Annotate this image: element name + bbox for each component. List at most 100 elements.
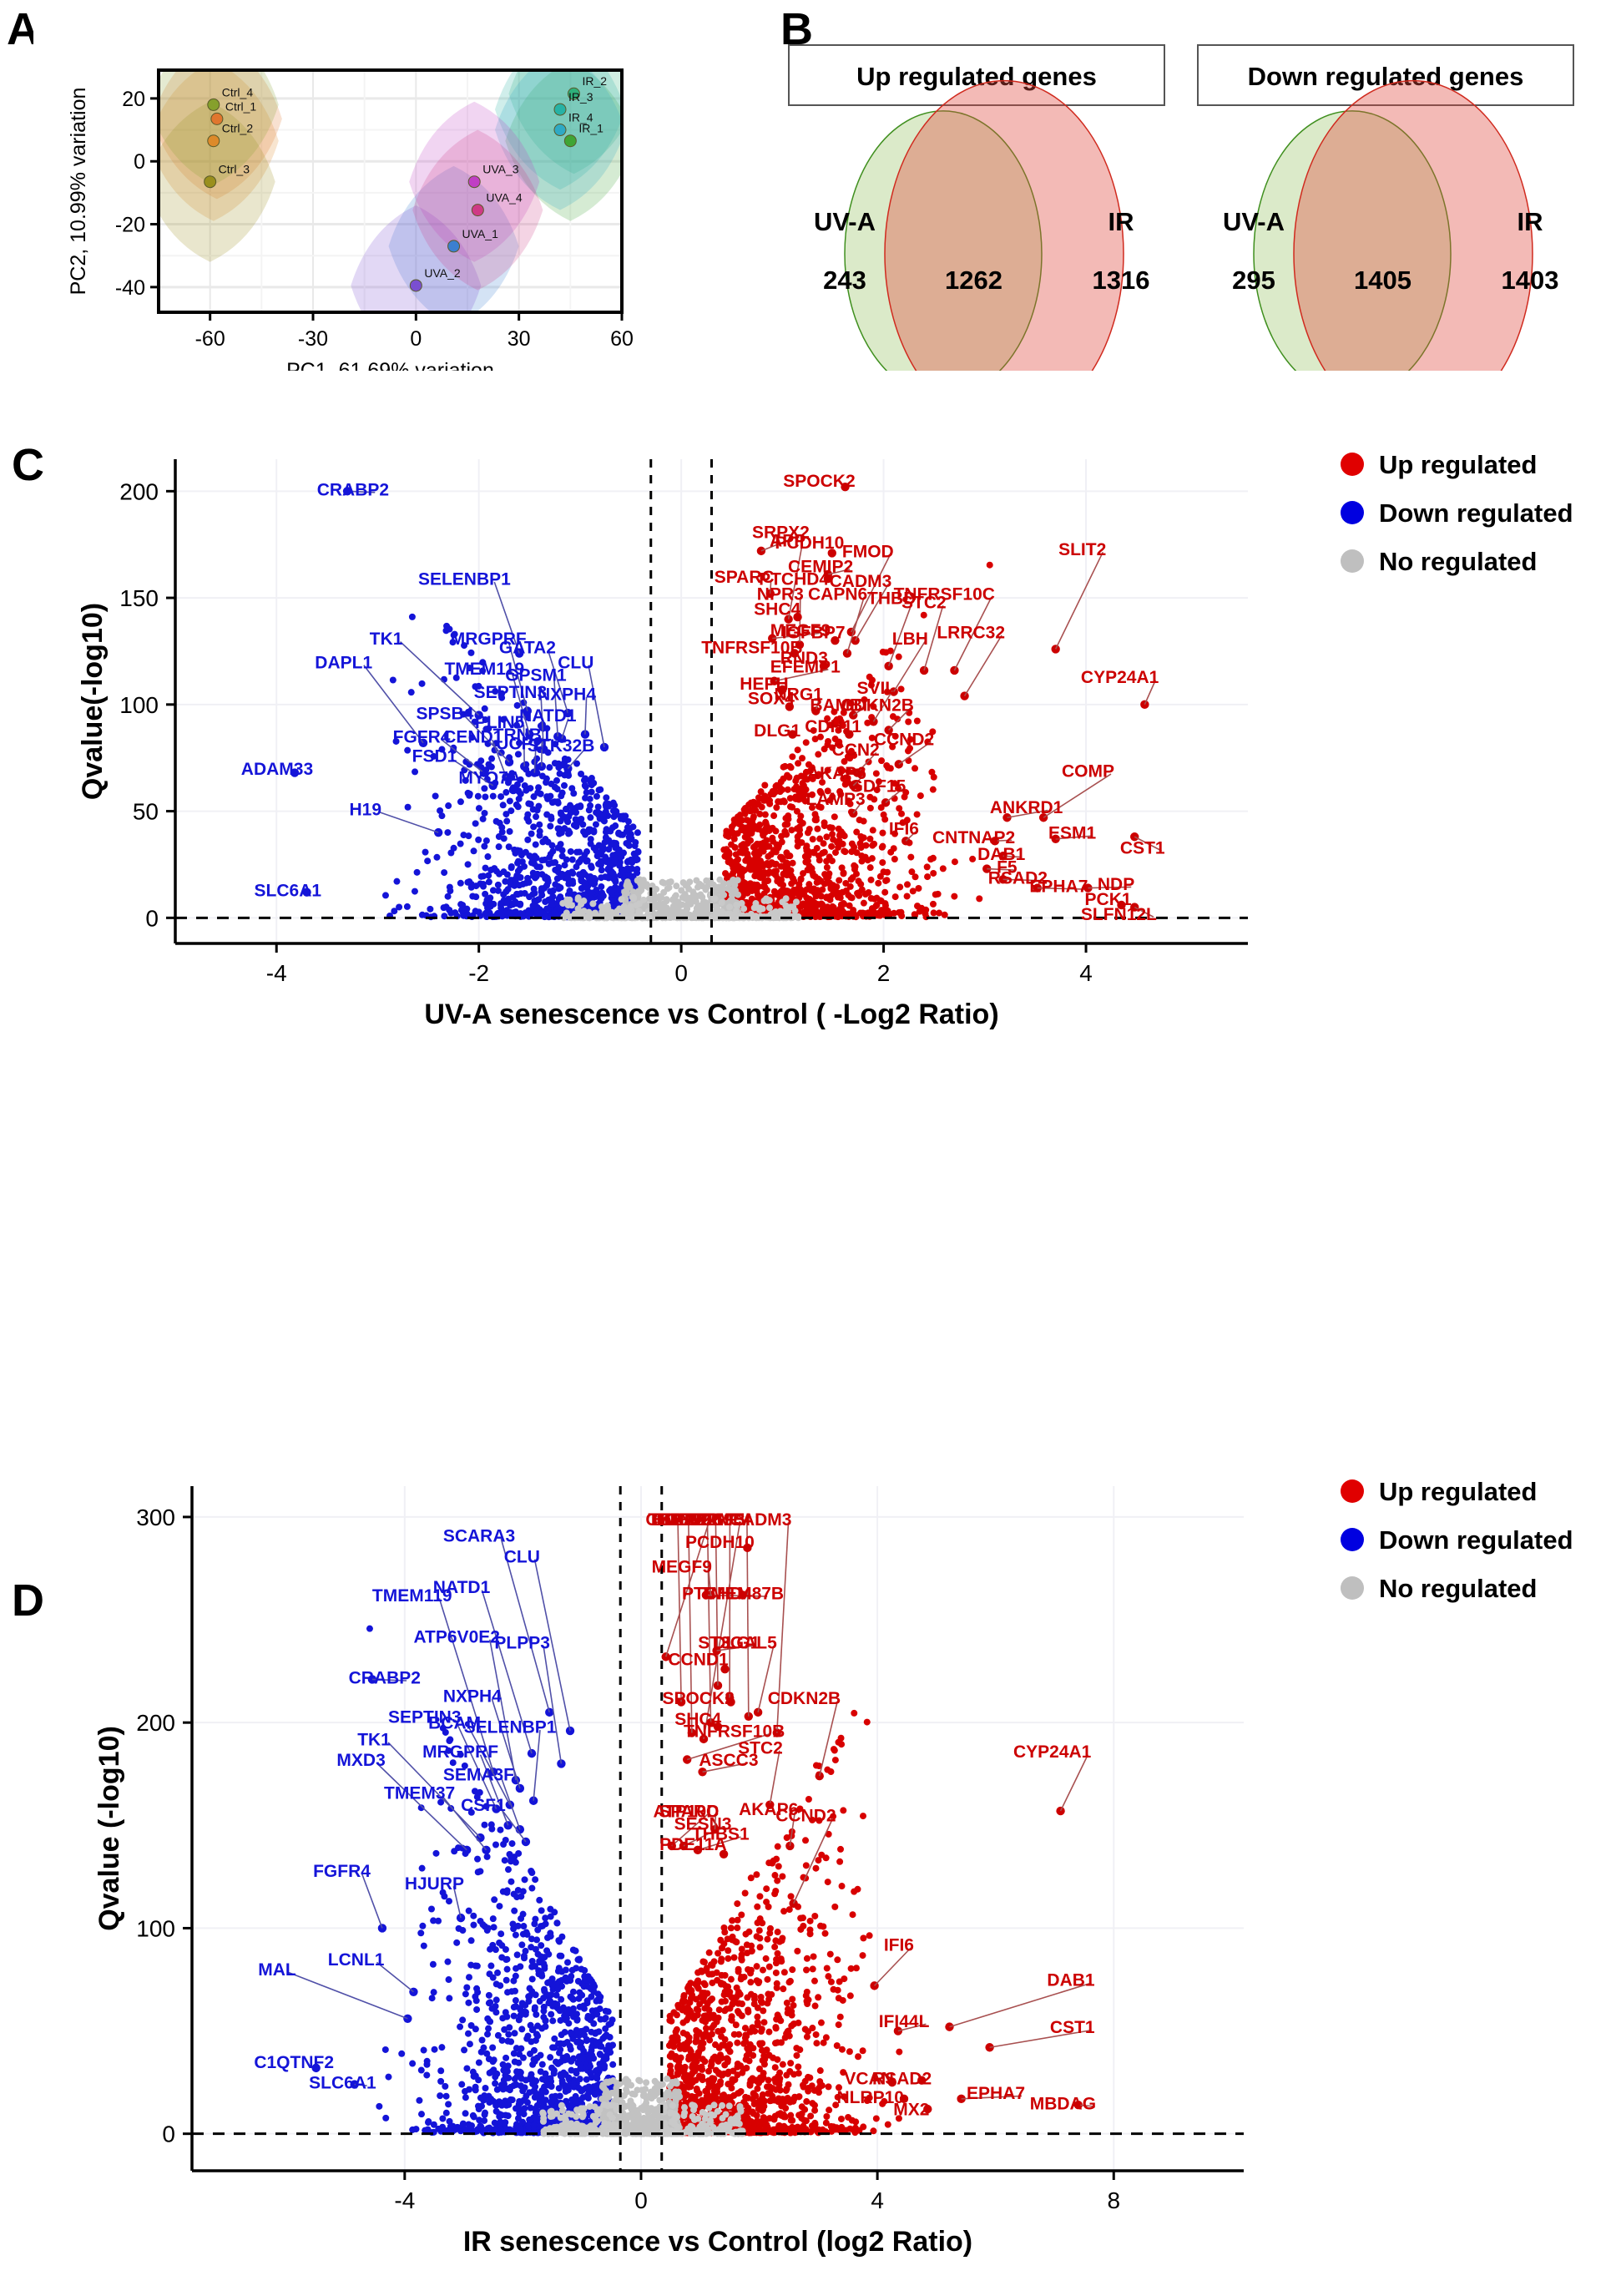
volcano-point [466, 1908, 472, 1914]
venn-count-left-only: 295 [1232, 266, 1275, 295]
volcano-point [842, 880, 849, 887]
volcano-point [760, 883, 767, 890]
volcano-point [424, 2058, 431, 2065]
volcano-point [816, 836, 823, 842]
volcano-point [511, 1891, 518, 1898]
volcano-point [719, 908, 725, 915]
volcano-point [604, 905, 611, 912]
volcano-point [437, 2092, 443, 2099]
volcano-point [730, 885, 737, 892]
y-tick-label: -20 [115, 214, 145, 237]
volcano-point [504, 1989, 511, 1995]
volcano-point [492, 2080, 498, 2086]
volcano-point [523, 2093, 529, 2100]
volcano-point [573, 2039, 580, 2046]
volcano-point [480, 816, 487, 822]
volcano-point [593, 2067, 599, 2074]
volcano-point [463, 2065, 470, 2071]
volcano-point [924, 863, 931, 870]
x-tick-label: -4 [266, 960, 287, 986]
volcano-point [785, 786, 791, 793]
pca-point [554, 124, 566, 136]
volcano-point [810, 836, 816, 842]
volcano-point [861, 834, 867, 841]
volcano-point [551, 2036, 558, 2042]
volcano-point [503, 899, 510, 906]
volcano-point [818, 893, 825, 899]
volcano-point [544, 1934, 551, 1941]
volcano-point [515, 1850, 522, 1857]
volcano-point [798, 772, 805, 779]
volcano-point [935, 891, 942, 898]
volcano-point [492, 2102, 499, 2109]
volcano-point [742, 828, 749, 835]
volcano-point [720, 885, 727, 892]
volcano-point [659, 879, 666, 886]
volcano-point [630, 895, 637, 902]
volcano-point [476, 2059, 482, 2066]
volcano-point [766, 904, 773, 911]
volcano-point [429, 1995, 436, 2001]
volcano-point [821, 819, 828, 826]
volcano-point [578, 1992, 585, 1999]
volcano-point [548, 2099, 555, 2106]
volcano-point [559, 852, 566, 859]
volcano-point [784, 862, 790, 868]
volcano-point [790, 875, 796, 882]
gene-label: NATD1 [519, 706, 577, 726]
gene-label: COMP [1062, 762, 1114, 781]
volcano-point [869, 842, 876, 849]
gene-label: CDH11 [805, 717, 861, 736]
legend-label: No regulated [1379, 547, 1537, 576]
volcano-point [794, 826, 800, 832]
volcano-point [409, 614, 416, 620]
volcano-point [524, 2033, 531, 2040]
volcano-point [819, 850, 826, 857]
y-tick-label: 50 [133, 799, 159, 825]
volcano-point [503, 818, 510, 825]
volcano-point [542, 836, 548, 842]
volcano-point [581, 1973, 588, 1980]
volcano-point [554, 1919, 561, 1926]
gene-label: MYO7A [458, 768, 521, 787]
volcano-point [492, 1841, 499, 1848]
volcano-point [728, 1976, 735, 1983]
volcano-point [533, 813, 539, 820]
volcano-point [590, 1989, 597, 1995]
volcano-point [522, 890, 528, 897]
volcano-point [867, 805, 874, 812]
volcano-point [805, 881, 812, 888]
volcano-point [565, 877, 572, 883]
volcano-point [588, 789, 595, 796]
volcano-point [912, 765, 918, 771]
x-tick-label: 60 [610, 327, 634, 351]
volcano-point [527, 785, 533, 791]
volcano-point [805, 829, 811, 836]
volcano-point [412, 768, 418, 775]
volcano-point [914, 717, 921, 724]
volcano-point [777, 788, 784, 795]
volcano-point [735, 877, 741, 883]
volcano-point [445, 2101, 452, 2107]
volcano-point [583, 858, 589, 865]
venn-label-ir: IR [1108, 207, 1134, 236]
gene-label: SPSB4 [417, 705, 474, 724]
volcano-point [568, 868, 575, 875]
volcano-point [626, 884, 633, 891]
volcano-point [815, 751, 821, 758]
volcano-point [891, 845, 897, 852]
volcano-point [538, 1942, 544, 1949]
volcano-point [382, 892, 389, 898]
volcano-point [431, 2122, 437, 2128]
volcano-point [528, 831, 535, 837]
volcano-point [465, 861, 472, 867]
volcano-point [952, 858, 958, 865]
volcano-point [432, 792, 439, 799]
volcano-point [535, 784, 542, 791]
panel-c-volcano-plot: CRABP2SELENBP1TK1MRGPRFGATA2DAPL1TMEM119… [33, 434, 1611, 1052]
volcano-point [548, 2083, 555, 2090]
volcano-point [547, 823, 553, 830]
volcano-point [860, 910, 866, 917]
volcano-point [731, 836, 738, 842]
volcano-point [475, 1869, 482, 1875]
